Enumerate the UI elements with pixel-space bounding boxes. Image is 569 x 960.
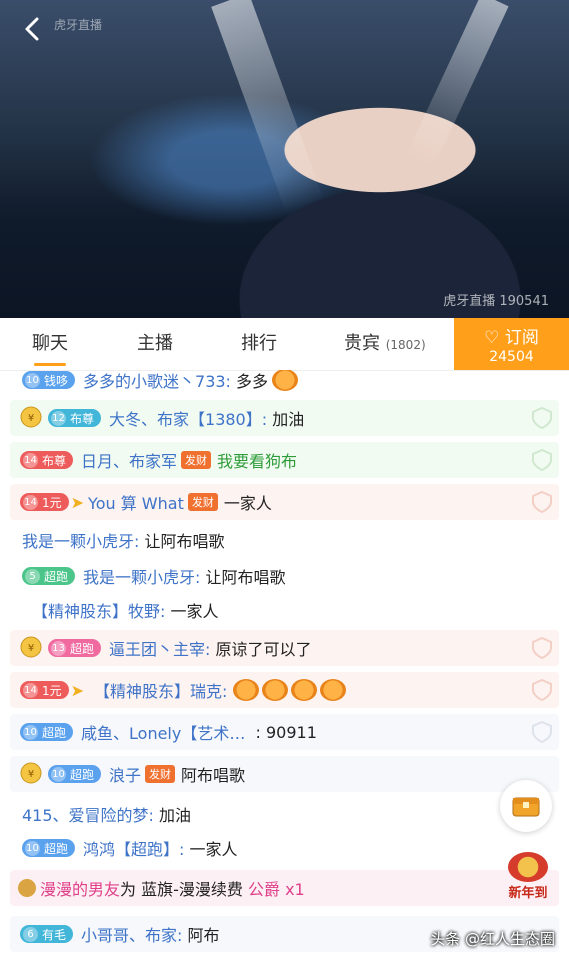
svg-text:¥: ¥ xyxy=(28,643,34,654)
tiger-emoji xyxy=(290,679,317,701)
medal-icon: ¥ xyxy=(20,636,42,658)
flag-icon: ➤ xyxy=(70,680,85,700)
tab-ranking[interactable]: 排行 xyxy=(241,318,277,370)
fan-badge: 5 超跑 xyxy=(22,567,76,585)
tiger-emoji xyxy=(232,679,259,701)
treasure-chest-button[interactable] xyxy=(500,780,552,832)
chat-list[interactable]: 10 钱哆 多多的小歌迷丶733: 多多 ¥ 12 布尊 大冬、布家【1380】: … xyxy=(0,370,569,960)
chat-message: 415、爱冒险的梦: 加油 xyxy=(22,806,192,825)
chat-message: 10 超跑 鸿鸿【超跑】: 一家人 xyxy=(10,836,559,860)
treasure-chest-icon xyxy=(512,797,540,817)
chat-message: 我是一颗小虎牙: 让阿布唱歌 xyxy=(22,532,225,551)
svg-text:¥: ¥ xyxy=(28,769,34,780)
live-video-player[interactable]: 虎牙直播 虎牙直播 190541 xyxy=(0,0,569,318)
chat-message: 【精神股东】牧野: 一家人 xyxy=(32,602,219,621)
chat-message: 10 钱哆 多多的小歌迷丶733: 多多 xyxy=(10,370,559,391)
shield-icon xyxy=(532,448,552,472)
shield-icon xyxy=(532,678,552,702)
chat-message: 5 超跑 我是一颗小虎牙: 让阿布唱歌 xyxy=(10,564,559,588)
tiger-emoji xyxy=(261,679,288,701)
tab-chat[interactable]: 聊天 xyxy=(32,318,68,370)
fan-badge: 10 超跑 xyxy=(20,723,74,741)
fan-badge: 14 布尊 xyxy=(20,451,74,469)
fan-badge: 14 1元 xyxy=(20,493,69,511)
chat-message: 14 布尊 日月、布家军 发财 我要看狗布 xyxy=(10,442,559,478)
source-watermark: 头条 @红人生态圈 xyxy=(430,930,555,948)
subscriber-count: 24504 xyxy=(489,349,534,365)
fan-badge: 12 布尊 xyxy=(48,409,102,427)
lion-icon xyxy=(508,852,548,882)
tab-vip[interactable]: 贵宾 (1802) xyxy=(344,318,426,370)
subscribe-icon: ♡ xyxy=(484,328,500,348)
tiger-emoji xyxy=(272,370,299,391)
stage-light xyxy=(211,0,325,214)
chat-message: 14 1元 ➤ 【精神股东】瑞克: xyxy=(10,672,559,708)
shield-icon xyxy=(532,636,552,660)
chat-message: ¥ 10 超跑 浪子 发财 阿布唱歌 xyxy=(10,756,559,792)
noble-renew-notice: 漫漫的男友为 蓝旗-漫漫续费 公爵 x1 xyxy=(10,870,559,906)
fan-badge: 10 超跑 xyxy=(48,765,102,783)
fan-badge: 13 超跑 xyxy=(48,639,102,657)
video-brand: 虎牙直播 xyxy=(54,18,103,32)
shield-icon xyxy=(532,406,552,430)
chat-message: ¥ 12 布尊 大冬、布家【1380】: 加油 xyxy=(10,400,559,436)
shield-icon xyxy=(532,720,552,744)
tiger-emoji xyxy=(319,679,346,701)
shield-icon xyxy=(532,490,552,514)
flag-icon: ➤ xyxy=(70,492,85,512)
svg-text:¥: ¥ xyxy=(28,413,34,424)
fan-badge: 6 有毛 xyxy=(20,925,74,943)
tab-anchor[interactable]: 主播 xyxy=(137,318,173,370)
medal-icon: ¥ xyxy=(20,406,42,428)
medal-icon: ¥ xyxy=(20,762,42,784)
room-watermark: 虎牙直播 190541 xyxy=(443,294,549,309)
chat-message: 14 1元 ➤ You 算 What 发财 一家人 xyxy=(10,484,559,520)
fan-badge: 14 1元 xyxy=(20,681,69,699)
chat-message: 10 超跑 咸鱼、Lonely【艺术… : 90911 xyxy=(10,714,559,750)
noble-icon xyxy=(18,879,36,897)
chat-message: ¥ 13 超跑 逼王团丶主宰: 原谅了可以了 xyxy=(10,630,559,666)
back-icon[interactable] xyxy=(18,14,48,44)
new-year-button[interactable]: 新年到 xyxy=(498,852,558,901)
new-year-label: 新年到 xyxy=(508,886,548,901)
stage-light xyxy=(405,0,509,170)
subscribe-button[interactable]: ♡ 订阅 24504 xyxy=(454,318,569,370)
fan-badge: 10 超跑 xyxy=(22,839,76,857)
fan-badge: 10 钱哆 xyxy=(22,371,76,389)
